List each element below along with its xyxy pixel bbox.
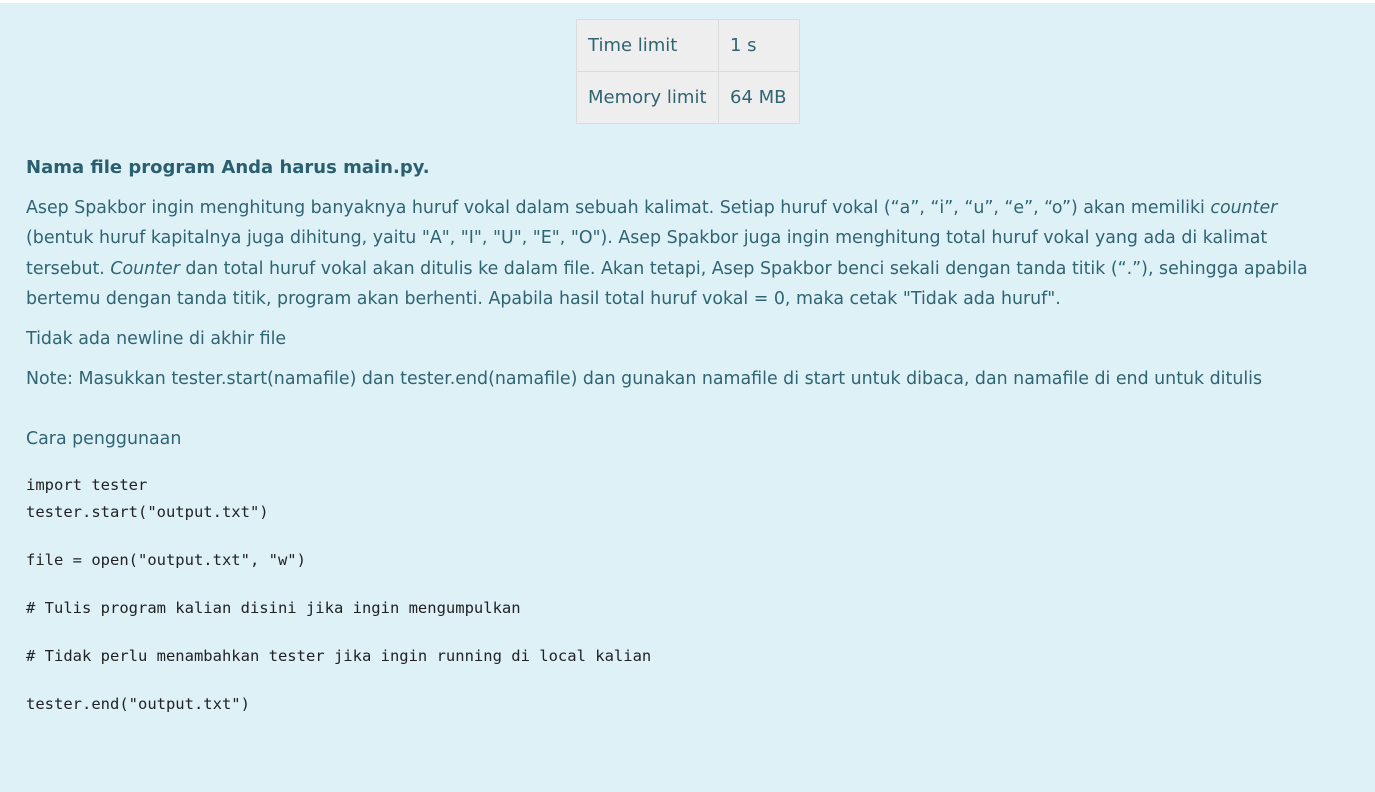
code-line: import tester — [26, 476, 148, 495]
problem-statement: Nama file program Anda harus main.py. As… — [26, 153, 1346, 718]
description-part-3: dan total huruf vokal akan ditulis ke da… — [26, 258, 1308, 309]
memory-limit-row: Memory limit 64 MB — [576, 71, 800, 124]
newline-note: Tidak ada newline di akhir file — [26, 329, 287, 350]
memory-limit-value: 64 MB — [718, 71, 800, 124]
file-name-note: Nama file program Anda harus main.py. — [26, 157, 430, 178]
tester-note: Note: Masukkan tester.start(namafile) da… — [26, 369, 1263, 390]
usage-heading: Cara penggunaan — [26, 429, 182, 450]
description-counter-term-2: Counter — [110, 258, 180, 279]
code-comment-line: # Tulis program kalian disini jika ingin… — [26, 599, 521, 618]
description-part-1: Asep Spakbor ingin menghitung banyaknya … — [26, 198, 1211, 218]
code-line: tester.start("output.txt") — [26, 503, 269, 522]
description-counter-term: counter — [1210, 198, 1278, 218]
time-limit-value: 1 s — [718, 19, 800, 72]
code-line: file = open("output.txt", "w") — [26, 551, 306, 570]
problem-description: Asep Spakbor ingin menghitung banyaknya … — [26, 193, 1346, 314]
memory-limit-label: Memory limit — [576, 71, 719, 124]
problem-panel: Time limit 1 s Memory limit 64 MB Nama f… — [0, 3, 1375, 792]
code-comment-line: # Tidak perlu menambahkan tester jika in… — [26, 647, 652, 666]
code-line: tester.end("output.txt") — [26, 695, 250, 714]
time-limit-label: Time limit — [576, 19, 719, 72]
time-limit-row: Time limit 1 s — [576, 19, 800, 72]
limits-table: Time limit 1 s Memory limit 64 MB — [576, 19, 800, 124]
usage-code-block: import tester tester.start("output.txt")… — [26, 472, 1346, 718]
